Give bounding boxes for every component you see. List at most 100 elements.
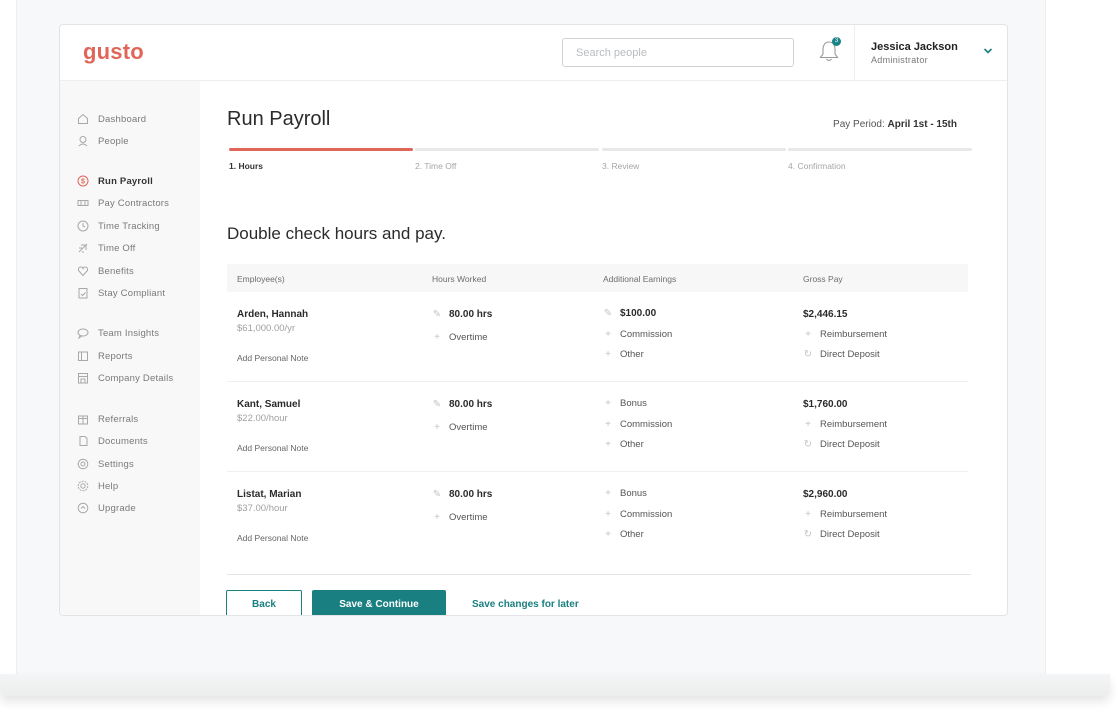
sidebar-item-run-payroll[interactable]: $ Run Payroll <box>77 173 153 189</box>
add-note-link[interactable]: Add Personal Note <box>237 443 308 453</box>
pay-period-label: Pay Period: <box>833 119 885 130</box>
sidebar-item-label: Documents <box>98 435 148 447</box>
add-overtime[interactable]: + Overtime <box>432 512 488 523</box>
sidebar-item-label: Reports <box>98 350 133 362</box>
main-content: Run Payroll Pay Period: April 1st - 15th… <box>200 81 1007 615</box>
step-hours[interactable]: 1. Hours <box>229 148 413 171</box>
column-header-earnings: Additional Earnings <box>603 274 677 284</box>
earnings-amount[interactable]: ✎ $100.00 <box>603 308 656 319</box>
add-other[interactable]: + Other <box>603 349 644 360</box>
sidebar-item-label: Pay Contractors <box>98 197 170 209</box>
add-commission[interactable]: + Commission <box>603 329 672 340</box>
sidebar-item-dashboard[interactable]: Dashboard <box>77 111 146 127</box>
sidebar-item-label: Upgrade <box>98 502 136 514</box>
add-reimbursement[interactable]: + Reimbursement <box>803 509 887 520</box>
gross-pay-value: $2,446.15 <box>803 309 848 320</box>
reimbursement-label: Reimbursement <box>820 329 888 340</box>
notifications-button[interactable]: 3 <box>818 37 842 65</box>
sidebar-item-pay-contractors[interactable]: Pay Contractors <box>77 195 169 211</box>
hours-field[interactable]: ✎ 80.00 hrs <box>432 489 493 500</box>
step-label: 2. Time Off <box>415 161 457 171</box>
sidebar-item-upgrade[interactable]: Upgrade <box>77 500 136 516</box>
plus-icon: + <box>805 509 811 520</box>
back-button[interactable]: Back <box>226 590 302 615</box>
payroll-table: Employee(s) Hours Worked Additional Earn… <box>227 264 968 562</box>
help-icon <box>77 480 89 492</box>
add-other[interactable]: + Other <box>603 529 644 540</box>
hours-value: 80.00 hrs <box>449 309 493 320</box>
sidebar-item-settings[interactable]: Settings <box>77 456 134 472</box>
upgrade-icon <box>77 502 89 514</box>
commission-label: Commission <box>620 329 673 340</box>
step-bar <box>229 148 413 151</box>
earnings-label: Bonus <box>620 398 647 409</box>
step-time-off[interactable]: 2. Time Off <box>415 148 599 171</box>
notification-badge: 3 <box>832 37 841 46</box>
payment-method[interactable]: ↻ Direct Deposit <box>803 439 880 450</box>
sidebar-item-label: Referrals <box>98 413 139 425</box>
hours-field[interactable]: ✎ 80.00 hrs <box>432 399 493 410</box>
user-menu[interactable]: Jessica Jackson Administrator <box>854 25 1007 81</box>
add-reimbursement[interactable]: + Reimbursement <box>803 329 887 340</box>
add-commission[interactable]: + Commission <box>603 419 672 430</box>
sidebar-item-company-details[interactable]: Company Details <box>77 370 173 386</box>
payment-method[interactable]: ↻ Direct Deposit <box>803 529 880 540</box>
plus-icon: + <box>605 419 611 430</box>
sidebar-item-stay-compliant[interactable]: Stay Compliant <box>77 285 165 301</box>
top-bar: gusto 3 Jessica Jackson Administrator <box>60 25 1007 81</box>
column-header-employees: Employee(s) <box>237 274 285 284</box>
reimbursement-label: Reimbursement <box>820 509 888 520</box>
sidebar-item-help[interactable]: Help <box>77 478 118 494</box>
add-overtime[interactable]: + Overtime <box>432 332 487 343</box>
step-review[interactable]: 3. Review <box>602 148 786 171</box>
add-other[interactable]: + Other <box>603 439 644 450</box>
sidebar-item-reports[interactable]: Reports <box>77 348 133 364</box>
person-icon <box>77 135 89 147</box>
save-later-link[interactable]: Save changes for later <box>472 599 579 610</box>
payment-method[interactable]: ↻ Direct Deposit <box>803 349 880 360</box>
sidebar-item-referrals[interactable]: Referrals <box>77 411 138 427</box>
save-continue-button[interactable]: Save & Continue <box>312 590 446 615</box>
sidebar-item-team-insights[interactable]: Team Insights <box>77 325 159 341</box>
step-bar <box>788 148 972 151</box>
pencil-icon: ✎ <box>603 308 613 319</box>
building-icon <box>77 372 89 384</box>
commission-label: Commission <box>620 419 673 430</box>
heart-icon <box>77 265 89 277</box>
sidebar-item-time-off[interactable]: Time Off <box>77 240 136 256</box>
search-input[interactable] <box>562 38 794 67</box>
gusto-logo[interactable]: gusto <box>83 39 144 65</box>
sidebar-item-documents[interactable]: Documents <box>77 433 148 449</box>
sidebar-item-people[interactable]: People <box>77 133 129 149</box>
table-row: Kant, Samuel $22.00/hour Add Personal No… <box>227 382 968 472</box>
add-overtime[interactable]: + Overtime <box>432 422 487 433</box>
hours-field[interactable]: ✎ 80.00 hrs <box>432 309 493 320</box>
commission-label: Commission <box>620 509 673 520</box>
table-header: Employee(s) Hours Worked Additional Earn… <box>227 264 968 292</box>
step-bar <box>602 148 786 151</box>
other-label: Other <box>620 349 644 360</box>
sidebar-item-time-tracking[interactable]: Time Tracking <box>77 218 160 234</box>
employee-rate: $61,000.00/yr <box>237 323 296 334</box>
add-note-link[interactable]: Add Personal Note <box>237 533 308 543</box>
step-confirmation[interactable]: 4. Confirmation <box>788 148 972 171</box>
overtime-label: Overtime <box>449 512 488 523</box>
add-note-link[interactable]: Add Personal Note <box>237 353 308 363</box>
add-bonus[interactable]: + Bonus <box>603 398 647 409</box>
deposit-label: Direct Deposit <box>820 439 880 450</box>
sidebar-item-label: Settings <box>98 458 134 470</box>
folder-icon <box>77 350 89 362</box>
gear-icon <box>77 458 89 470</box>
chevron-down-icon <box>983 48 993 54</box>
add-reimbursement[interactable]: + Reimbursement <box>803 419 887 430</box>
gross-pay: $2,960.00 <box>803 489 848 500</box>
table-row: Arden, Hannah $61,000.00/yr Add Personal… <box>227 292 968 382</box>
employee-name: Listat, Marian <box>237 489 302 500</box>
sidebar-item-benefits[interactable]: Benefits <box>77 263 134 279</box>
add-commission[interactable]: + Commission <box>603 509 672 520</box>
add-bonus[interactable]: + Bonus <box>603 488 647 499</box>
other-label: Other <box>620 439 644 450</box>
gross-pay-value: $2,960.00 <box>803 489 848 500</box>
hours-value: 80.00 hrs <box>449 399 493 410</box>
gross-pay-value: $1,760.00 <box>803 399 848 410</box>
